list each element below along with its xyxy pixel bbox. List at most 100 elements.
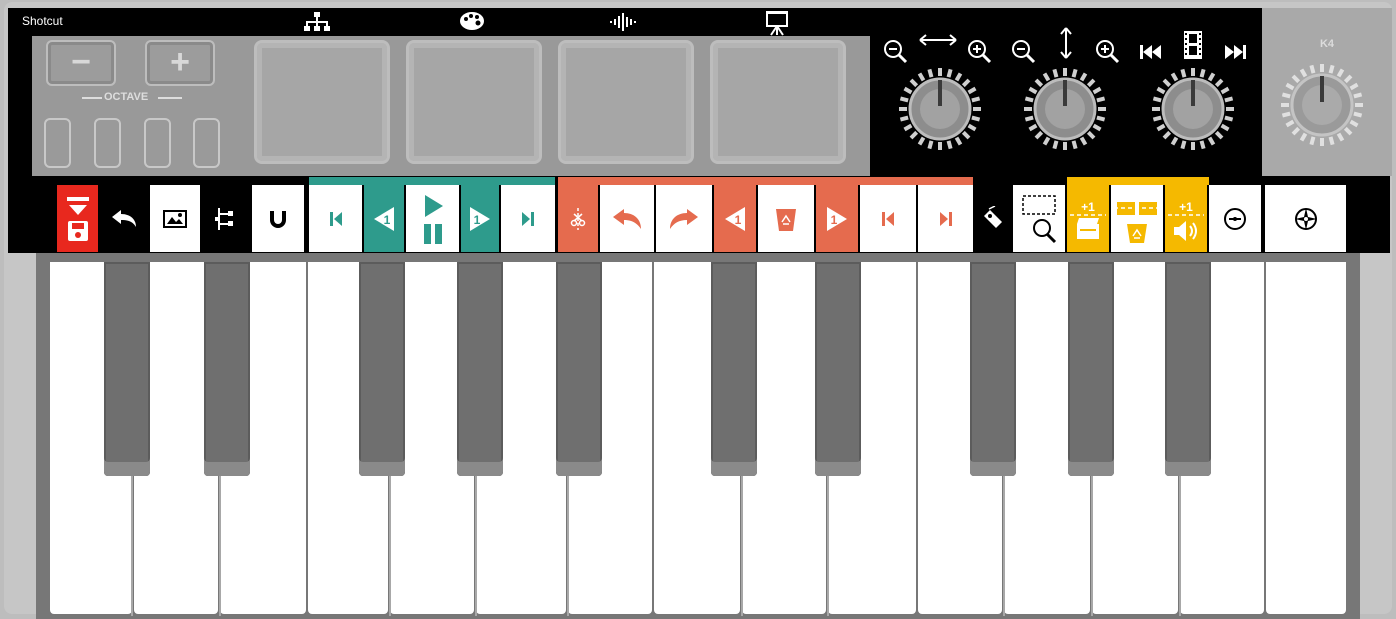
center-playhead-button[interactable]: [1209, 185, 1261, 252]
vertical-arrows-icon: [1058, 26, 1074, 65]
black-key-3[interactable]: [359, 262, 405, 476]
save-button[interactable]: [57, 185, 98, 252]
drum-pad-2[interactable]: [406, 40, 542, 164]
skip-back-icon[interactable]: [1138, 42, 1164, 67]
zoom-out-icon[interactable]: [882, 38, 908, 69]
key-divider: [741, 476, 743, 616]
black-key-10[interactable]: [1165, 262, 1211, 476]
octave-minus-button[interactable]: −: [46, 40, 116, 86]
skip-forward-icon[interactable]: [1222, 42, 1248, 67]
black-key-7[interactable]: [815, 262, 861, 476]
zoom-out-icon[interactable]: [1010, 38, 1036, 69]
go-start-icon: [882, 211, 894, 226]
octave-divider-left: [82, 97, 102, 99]
key-divider: [1179, 476, 1181, 616]
svg-text:1: 1: [735, 213, 742, 227]
magnet-icon: [270, 210, 286, 228]
k4-label: K4: [1319, 38, 1335, 50]
app-title: Shotcut: [22, 14, 63, 28]
compass-button[interactable]: [1265, 185, 1346, 252]
small-pad-1[interactable]: [44, 118, 71, 168]
octave-divider-right: [158, 97, 182, 99]
knob-k4-graphic: [1281, 64, 1363, 146]
redo-icon: [670, 208, 698, 229]
knob-k3[interactable]: [1150, 66, 1236, 157]
edit-group-strip: [558, 177, 973, 185]
play-pause-icon: [423, 194, 443, 244]
mark-in-button[interactable]: [860, 185, 916, 252]
prev-frame-icon: 1: [725, 206, 745, 231]
knob-k1-graphic: [899, 68, 981, 150]
recycle-bin-icon: [1114, 201, 1160, 243]
key-divider: [827, 476, 829, 616]
waveform-icon[interactable]: [609, 12, 639, 37]
octave-plus-button[interactable]: +: [145, 40, 215, 86]
zoom-in-icon[interactable]: [1094, 38, 1120, 69]
split-button[interactable]: [558, 185, 598, 252]
knob-k3-graphic: [1152, 68, 1234, 150]
tree-button[interactable]: [202, 185, 250, 252]
key-divider: [567, 476, 569, 616]
key-divider: [1003, 476, 1005, 616]
playback-group-strip: [309, 177, 555, 185]
white-key-15[interactable]: [1266, 262, 1346, 614]
black-key-9[interactable]: [1068, 262, 1114, 476]
knob-k2-graphic: [1024, 68, 1106, 150]
recycle-bin-icon: [776, 208, 796, 231]
undo-icon: [112, 209, 136, 227]
image-button[interactable]: [150, 185, 200, 252]
go-end-icon: [939, 211, 952, 226]
key-divider: [1091, 476, 1093, 616]
clapper-icon: +1: [1070, 200, 1106, 239]
nudge-left-button[interactable]: 1: [714, 185, 756, 252]
black-key-1[interactable]: [104, 262, 150, 476]
small-pad-2[interactable]: [94, 118, 121, 168]
black-key-6[interactable]: [711, 262, 757, 476]
horizontal-arrows-icon: [918, 32, 958, 53]
drum-pad-3[interactable]: [558, 40, 694, 164]
knob-k2[interactable]: [1022, 66, 1108, 157]
save-icon: [66, 196, 89, 241]
black-key-5[interactable]: [556, 262, 602, 476]
black-key-2[interactable]: [204, 262, 250, 476]
speaker-icon: +1: [1168, 200, 1204, 241]
tag-icon: [984, 205, 1002, 228]
compass-icon: [1294, 207, 1317, 230]
add-audio-track-button[interactable]: +1: [1165, 185, 1207, 252]
zoom-selection-button[interactable]: [1013, 185, 1065, 252]
snap-button[interactable]: [252, 185, 304, 252]
go-start-button[interactable]: [309, 185, 362, 252]
drum-pad-4[interactable]: [710, 40, 846, 164]
small-pad-3[interactable]: [144, 118, 171, 168]
undo-button[interactable]: [100, 185, 148, 252]
nudge-right-button[interactable]: 1: [816, 185, 858, 252]
add-video-track-button[interactable]: +1: [1067, 185, 1109, 252]
prev-frame-icon: 1: [374, 206, 394, 231]
svg-text:1: 1: [474, 213, 481, 227]
prev-frame-button[interactable]: 1: [364, 185, 404, 252]
redo-edit-button[interactable]: [656, 185, 712, 252]
undo-icon: [613, 208, 641, 229]
black-key-8[interactable]: [970, 262, 1016, 476]
recycle-button[interactable]: [758, 185, 814, 252]
mark-out-button[interactable]: [918, 185, 973, 252]
key-divider: [389, 476, 391, 616]
black-key-4[interactable]: [457, 262, 503, 476]
octave-plus-label: +: [170, 43, 190, 81]
zoom-in-icon[interactable]: [966, 38, 992, 69]
drum-pad-1[interactable]: [254, 40, 390, 164]
palette-icon[interactable]: [458, 11, 486, 36]
remove-track-button[interactable]: [1111, 185, 1163, 252]
scissors-icon: [570, 207, 586, 230]
knob-k4[interactable]: [1279, 62, 1365, 153]
small-pad-4[interactable]: [193, 118, 220, 168]
tag-button[interactable]: [975, 185, 1011, 252]
undo-edit-button[interactable]: [600, 185, 654, 252]
octave-label: OCTAVE: [104, 91, 149, 103]
go-end-button[interactable]: [501, 185, 555, 252]
play-pause-button[interactable]: [406, 185, 459, 252]
knob-k1[interactable]: [897, 66, 983, 157]
key-divider: [219, 476, 221, 616]
next-frame-button[interactable]: 1: [461, 185, 499, 252]
svg-text:+1: +1: [1081, 200, 1095, 214]
